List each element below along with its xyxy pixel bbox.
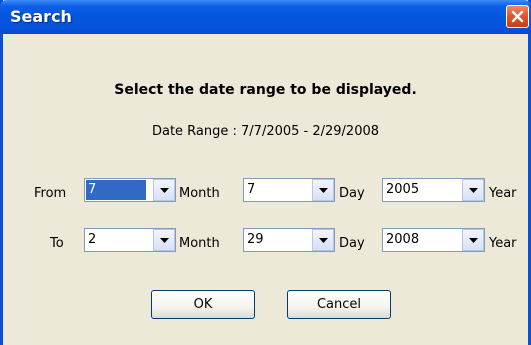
to-month-dropdown-button[interactable] bbox=[153, 229, 175, 251]
from-month-value: 7 bbox=[86, 180, 146, 200]
from-day-select[interactable]: 7 bbox=[243, 178, 335, 202]
to-year-select[interactable]: 2008 bbox=[382, 228, 485, 252]
chevron-down-icon bbox=[160, 238, 169, 243]
to-year-value: 2008 bbox=[386, 232, 420, 247]
from-month-label: Month bbox=[179, 186, 220, 201]
to-month-select[interactable]: 2 bbox=[84, 228, 176, 252]
chevron-down-icon bbox=[160, 188, 169, 193]
to-year-label: Year bbox=[489, 236, 517, 251]
chevron-down-icon bbox=[319, 238, 328, 243]
to-day-label: Day bbox=[339, 236, 365, 251]
to-month-value: 2 bbox=[88, 232, 97, 247]
chevron-down-icon bbox=[319, 188, 328, 193]
from-year-dropdown-button[interactable] bbox=[462, 179, 484, 201]
to-day-value: 29 bbox=[247, 232, 264, 247]
from-year-value: 2005 bbox=[386, 182, 420, 197]
close-button[interactable] bbox=[506, 5, 529, 28]
title-bar[interactable]: Search bbox=[0, 0, 531, 34]
close-icon bbox=[511, 10, 524, 23]
from-month-dropdown-button[interactable] bbox=[153, 179, 175, 201]
to-day-select[interactable]: 29 bbox=[243, 228, 335, 252]
chevron-down-icon bbox=[469, 238, 478, 243]
ok-button[interactable]: OK bbox=[151, 290, 255, 319]
to-month-label: Month bbox=[179, 236, 220, 251]
from-month-select[interactable]: 7 bbox=[84, 178, 176, 202]
from-year-label: Year bbox=[489, 186, 517, 201]
from-year-select[interactable]: 2005 bbox=[382, 178, 485, 202]
to-year-dropdown-button[interactable] bbox=[462, 229, 484, 251]
from-day-dropdown-button[interactable] bbox=[312, 179, 334, 201]
date-range-text: Date Range : 7/7/2005 - 2/29/2008 bbox=[151, 124, 380, 139]
from-label: From bbox=[34, 186, 67, 201]
window-title: Search bbox=[10, 7, 72, 26]
to-day-dropdown-button[interactable] bbox=[312, 229, 334, 251]
from-day-value: 7 bbox=[247, 182, 256, 197]
dialog-heading: Select the date range to be displayed. bbox=[114, 82, 417, 98]
cancel-button[interactable]: Cancel bbox=[287, 290, 391, 319]
search-dialog: Search Select the date range to be displ… bbox=[0, 0, 531, 345]
to-label: To bbox=[50, 236, 64, 251]
chevron-down-icon bbox=[469, 188, 478, 193]
from-day-label: Day bbox=[339, 186, 365, 201]
